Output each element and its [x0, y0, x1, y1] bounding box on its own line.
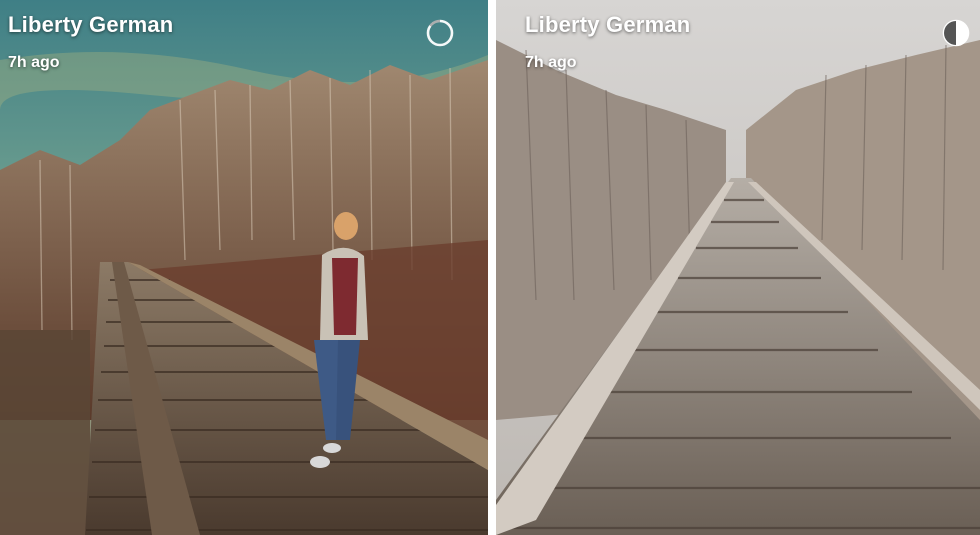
- story-username: Liberty German: [8, 12, 174, 37]
- story-panel-left[interactable]: Liberty German 7h ago: [0, 0, 488, 535]
- story-photo-girl-on-bridge: [0, 0, 488, 535]
- story-username: Liberty German: [525, 12, 691, 37]
- story-timestamp: 7h ago: [8, 54, 60, 71]
- story-photo-railroad-bridge: [496, 0, 980, 535]
- story-divider: [488, 0, 496, 535]
- countdown-timer-icon[interactable]: [425, 18, 455, 48]
- story-panel-right[interactable]: Liberty German 7h ago: [496, 0, 980, 535]
- countdown-timer-icon[interactable]: [941, 18, 971, 48]
- story-timestamp: 7h ago: [525, 54, 577, 71]
